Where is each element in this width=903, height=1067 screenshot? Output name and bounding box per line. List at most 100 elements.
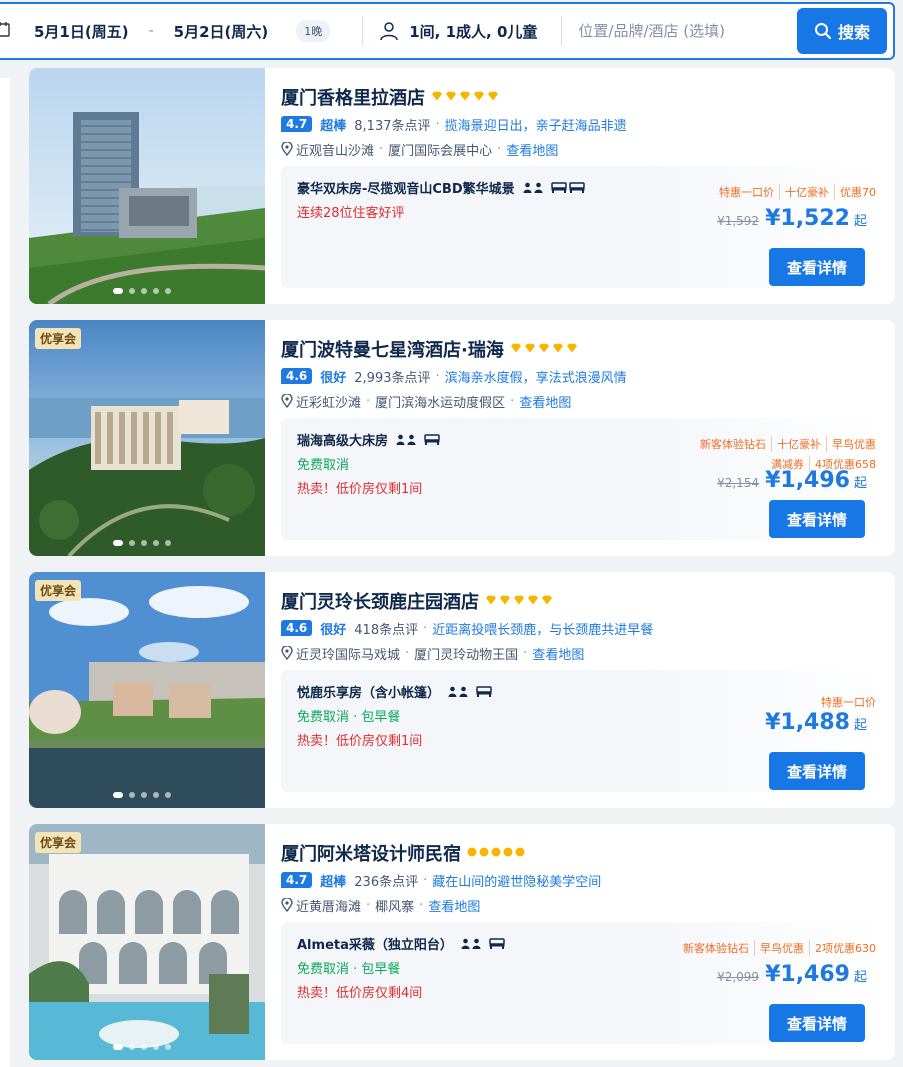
room-benefit: 免费取消 · 包早餐 (297, 710, 401, 725)
hotel-photo[interactable] (29, 68, 265, 304)
view-map-link[interactable]: 查看地图 (532, 644, 584, 663)
checkout-date[interactable]: 5月2日(周六) (174, 21, 269, 42)
vip-badge: 优享会 (35, 328, 82, 349)
view-details-button[interactable]: 查看详情 (769, 1004, 865, 1042)
star-icon (503, 847, 513, 859)
bed-icon (424, 434, 440, 445)
hotel-card[interactable]: 厦门香格里拉酒店 4.7 超棒 8,137条点评 · 揽海景迎日出，亲子赶海品非… (29, 68, 895, 304)
score-level: 很好 (320, 370, 347, 386)
room-benefit: 免费取消 (297, 458, 350, 473)
review-count[interactable]: 236条点评 (354, 871, 418, 890)
price-suffix: 起 (853, 970, 867, 985)
guests-icon (396, 434, 416, 445)
star-icon (445, 91, 457, 103)
score-badge: 4.6 (281, 368, 313, 384)
hotel-card[interactable]: 优享会 厦门灵玲长颈鹿庄园酒店 4.6 很好 418条点评 · 近距离投喂长颈鹿… (29, 572, 895, 808)
location-pin-icon (281, 646, 293, 660)
location-pin-icon (281, 142, 293, 156)
review-count[interactable]: 418条点评 (354, 619, 418, 638)
view-details-button[interactable]: 查看详情 (769, 248, 865, 286)
price-suffix: 起 (853, 476, 867, 491)
star-icon (491, 847, 501, 859)
room-benefit: 免费取消 · 包早餐 (297, 962, 401, 977)
star-rating (510, 343, 578, 355)
hotel-photo[interactable]: 优享会 (29, 572, 265, 808)
guests-icon (523, 182, 543, 193)
location-area: 厦门滨海水运动度假区 (375, 395, 506, 411)
photo-carousel-dots[interactable] (113, 288, 171, 294)
price-row: ¥2,154 ¥1,496 起 (717, 468, 867, 493)
price-suffix: 起 (853, 214, 867, 229)
room-name: 瑞海高级大床房 (297, 434, 389, 449)
star-rating (467, 847, 525, 859)
view-map-link[interactable]: 查看地图 (428, 896, 480, 915)
room-name: Almeta采薇（独立阳台） (297, 938, 453, 953)
star-icon (479, 847, 489, 859)
promo-tag: 特惠一口价 (821, 696, 876, 709)
location-near: 近观音山沙滩 (296, 143, 375, 159)
hotel-name[interactable]: 厦门香格里拉酒店 (281, 84, 425, 110)
star-icon (538, 343, 550, 355)
hotel-photo[interactable]: 优享会 (29, 320, 265, 556)
location-pin-icon (281, 898, 293, 912)
view-details-button[interactable]: 查看详情 (769, 752, 865, 790)
promo-tag: 特惠一口价 (714, 184, 780, 200)
guests-selector[interactable]: 1间, 1成人, 0儿童 (409, 21, 537, 42)
room-urgency: 热卖！低价房仅剩1间 (297, 482, 423, 497)
score-level: 很好 (320, 622, 347, 638)
divider (561, 16, 563, 46)
search-button[interactable]: 搜索 (797, 8, 887, 54)
star-rating (431, 91, 499, 103)
hotel-name[interactable]: 厦门灵玲长颈鹿庄园酒店 (281, 588, 479, 614)
view-details-label: 查看详情 (786, 1014, 847, 1033)
photo-carousel-dots[interactable] (113, 1044, 171, 1050)
promo-tag: 新客体验钻石 (695, 436, 772, 452)
left-gutter (0, 78, 10, 1067)
star-icon (541, 595, 553, 607)
star-icon (513, 595, 525, 607)
photo-carousel-dots[interactable] (113, 540, 171, 546)
score-level: 超棒 (320, 118, 347, 134)
room-offer: 瑞海高级大床房 免费取消 热卖！低价房仅剩1间 新客体验钻石 十亿豪补 早鸟优惠 满… (281, 418, 881, 540)
divider (362, 16, 364, 46)
promo-tag: 早鸟优惠 (755, 940, 810, 956)
location-area: 厦门灵玲动物王国 (414, 647, 519, 663)
review-count[interactable]: 8,137条点评 (354, 115, 430, 134)
hotel-card[interactable]: 优享会 厦门波特曼七星湾酒店·瑞海 4.6 很好 2,993条点评 · 滨海亲水… (29, 320, 895, 556)
room-name: 悦鹿乐享房（含小帐篷） (297, 686, 441, 701)
view-map-link[interactable]: 查看地图 (519, 392, 571, 411)
star-rating (485, 595, 553, 607)
search-icon (814, 23, 832, 40)
destination-input[interactable] (578, 22, 789, 40)
hotel-photo[interactable]: 优享会 (29, 824, 265, 1060)
bed-icon (476, 686, 492, 697)
star-icon (473, 91, 485, 103)
promo-tag: 十亿豪补 (780, 184, 835, 200)
hotel-name[interactable]: 厦门波特曼七星湾酒店·瑞海 (281, 336, 504, 362)
vip-badge: 优享会 (35, 832, 82, 853)
view-details-button[interactable]: 查看详情 (769, 500, 865, 538)
review-count[interactable]: 2,993条点评 (354, 367, 430, 386)
star-icon (552, 343, 564, 355)
price: ¥1,488 (765, 710, 850, 735)
checkin-date[interactable]: 5月1日(周五) (34, 21, 129, 42)
view-details-label: 查看详情 (786, 510, 847, 529)
hotel-card[interactable]: 优享会 厦门阿米塔设计师民宿 4.7 超棒 236条点评 · 藏在山间的避世隐秘… (29, 824, 895, 1060)
vip-badge: 优享会 (35, 580, 82, 601)
promo-tag: 新客体验钻石 (678, 940, 755, 956)
star-icon (510, 343, 522, 355)
star-icon (566, 343, 578, 355)
room-offer: 豪华双床房-尽揽观音山CBD繁华城景 连续28位住客好评 特惠一口价 十亿豪补 优惠… (281, 166, 881, 288)
photo-carousel-dots[interactable] (113, 792, 171, 798)
location-near: 近灵玲国际马戏城 (296, 647, 401, 663)
date-separator: - (148, 23, 154, 39)
promo-tag: 早鸟优惠 (832, 438, 876, 451)
score-level: 超棒 (320, 874, 347, 890)
bed-icon (489, 938, 505, 949)
view-map-link[interactable]: 查看地图 (506, 140, 558, 159)
star-icon (527, 595, 539, 607)
room-name: 豪华双床房-尽揽观音山CBD繁华城景 (297, 182, 515, 197)
location-near: 近黄厝海滩 (296, 899, 362, 915)
hotel-name[interactable]: 厦门阿米塔设计师民宿 (281, 840, 461, 866)
room-urgency: 热卖！低价房仅剩4间 (297, 986, 423, 1001)
